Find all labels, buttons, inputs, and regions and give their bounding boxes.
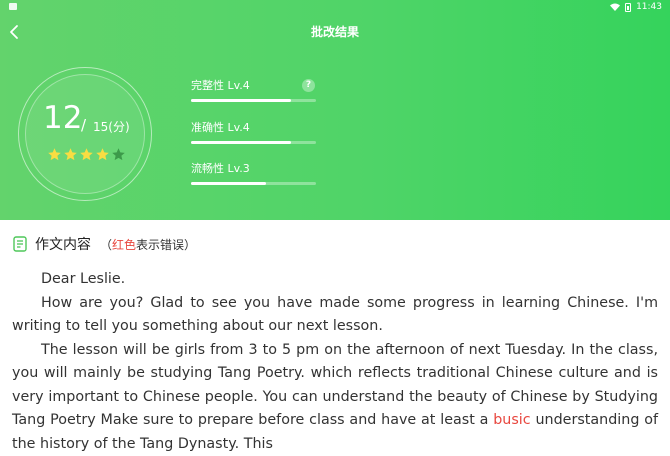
document-icon xyxy=(13,236,27,252)
essay-text: Dear Leslie. How are you? Glad to see yo… xyxy=(12,268,658,456)
star-filled-icon xyxy=(95,147,110,162)
metric-bar-fill xyxy=(191,99,291,102)
wifi-icon xyxy=(610,3,620,11)
metric-bar xyxy=(191,141,316,144)
star-filled-icon xyxy=(63,147,78,162)
error-word[interactable]: busic xyxy=(493,412,530,428)
image-icon xyxy=(9,3,17,10)
metric-label: 完整性 Lv.4 xyxy=(191,77,316,93)
legend-red-word: 红色 xyxy=(112,238,136,252)
metric-accuracy: 准确性 Lv.4 xyxy=(191,119,316,135)
essay-paragraph: The lesson will be girls from 3 to 5 pm … xyxy=(12,339,658,456)
page-title: 批改结果 xyxy=(0,23,670,40)
score-value: 12 xyxy=(43,103,82,134)
legend-rest: 表示错误） xyxy=(136,238,196,252)
result-header-panel: 11:43 批改结果 12 / 15(分) 完整性 Lv.4 ? 准确性 Lv.… xyxy=(0,0,670,220)
essay-greeting: Dear Leslie. xyxy=(12,268,658,292)
legend-open: （ xyxy=(100,238,112,252)
score-total: 15(分) xyxy=(93,121,130,133)
metric-completeness: 完整性 Lv.4 xyxy=(191,77,316,93)
metric-label: 流畅性 Lv.3 xyxy=(191,160,316,176)
metric-bar xyxy=(191,99,316,102)
essay-paragraph: How are you? Glad to see you have made s… xyxy=(12,292,658,339)
help-icon[interactable]: ? xyxy=(302,79,315,92)
metric-fluency: 流畅性 Lv.3 xyxy=(191,160,316,176)
battery-icon xyxy=(625,3,631,12)
score-slash: / xyxy=(81,118,86,133)
status-bar: 11:43 xyxy=(0,0,670,15)
star-empty-icon xyxy=(111,147,126,162)
star-filled-icon xyxy=(79,147,94,162)
star-rating xyxy=(47,147,126,162)
metric-bar xyxy=(191,182,316,185)
metric-bar-fill xyxy=(191,182,266,185)
metric-label: 准确性 Lv.4 xyxy=(191,119,316,135)
essay-section-header: 作文内容 （红色表示错误） xyxy=(13,234,196,254)
status-time: 11:43 xyxy=(636,2,662,12)
metric-bar-fill xyxy=(191,141,291,144)
section-title: 作文内容 xyxy=(35,234,91,254)
error-legend: （红色表示错误） xyxy=(100,236,196,253)
star-filled-icon xyxy=(47,147,62,162)
